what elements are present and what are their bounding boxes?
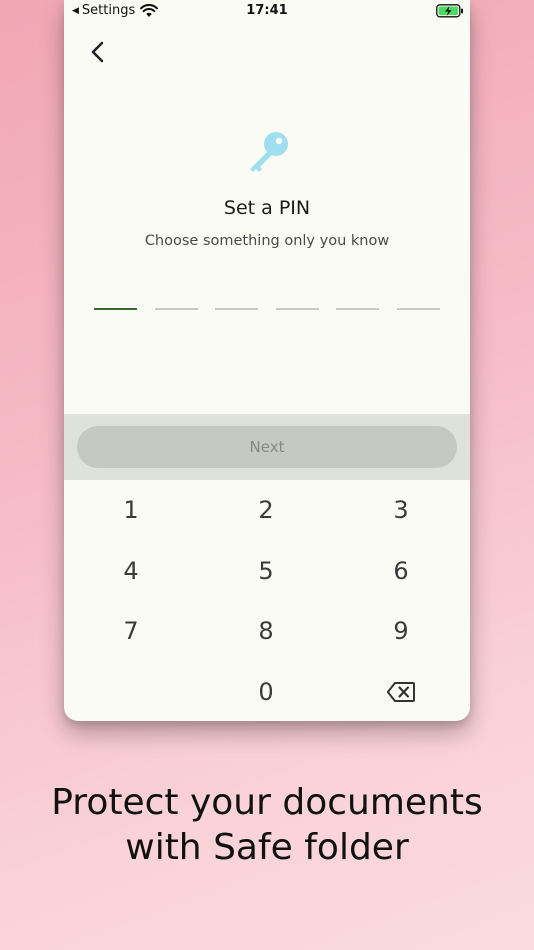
pin-slot-5[interactable] <box>336 308 380 310</box>
battery-charging-icon <box>436 4 463 18</box>
phone-screen: ◀ Settings 17:41 Set a PIN Choose someth… <box>64 0 470 721</box>
next-button[interactable]: Next <box>77 426 457 468</box>
pin-slot-2[interactable] <box>154 308 198 310</box>
chevron-left-icon <box>91 41 104 63</box>
key-9[interactable]: 9 <box>336 602 466 660</box>
key-2[interactable]: 2 <box>201 481 331 539</box>
numeric-keypad: 1 2 3 4 5 6 7 8 9 0 <box>64 480 470 721</box>
key-6[interactable]: 6 <box>336 542 466 600</box>
pin-slot-3[interactable] <box>215 308 259 310</box>
backspace-icon <box>386 682 415 702</box>
caption-line-2: with Safe folder <box>125 827 409 868</box>
key-0[interactable]: 0 <box>201 663 331 721</box>
key-3[interactable]: 3 <box>336 481 466 539</box>
key-4[interactable]: 4 <box>66 542 196 600</box>
next-bar: Next <box>64 414 470 480</box>
page-title: Set a PIN <box>223 197 311 219</box>
key-7[interactable]: 7 <box>66 602 196 660</box>
pin-slot-4[interactable] <box>275 308 319 310</box>
backspace-key[interactable] <box>336 663 466 721</box>
caption-line-1: Protect your documents <box>51 782 483 823</box>
status-bar: ◀ Settings 17:41 <box>64 0 470 24</box>
key-icon <box>250 132 288 172</box>
page-subtitle: Choose something only you know <box>144 233 390 249</box>
pin-slot-6[interactable] <box>397 308 440 310</box>
key-1[interactable]: 1 <box>66 481 196 539</box>
pin-entry[interactable] <box>94 308 440 312</box>
marketing-caption: Protect your documents with Safe folder <box>0 780 534 870</box>
status-time: 17:41 <box>246 3 288 18</box>
key-5[interactable]: 5 <box>201 542 331 600</box>
pin-slot-1[interactable] <box>94 308 137 310</box>
key-8[interactable]: 8 <box>201 602 331 660</box>
back-button[interactable] <box>84 38 112 66</box>
